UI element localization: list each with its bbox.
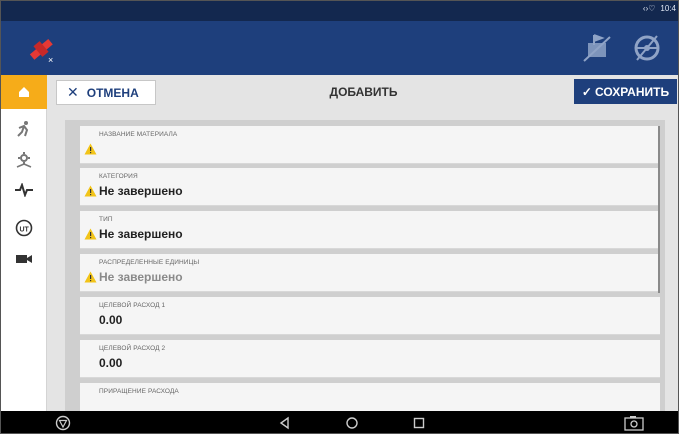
toolbar: ✕ ОТМЕНА ДОБАВИТЬ ✓ СОХРАНИТЬ [47, 75, 678, 109]
warning-icon [84, 143, 97, 155]
field-label: РАСПРЕДЕЛЕННЫЕ ЕДИНИЦЫ [99, 259, 200, 266]
field-target-rate-2[interactable]: ЦЕЛЕВОЙ РАСХОД 2 0.00 [80, 340, 660, 378]
field-value: Не завершено [99, 227, 183, 241]
scrollbar[interactable] [658, 126, 660, 293]
left-rail: UT [1, 75, 47, 411]
field-label: ЦЕЛЕВОЙ РАСХОД 1 [99, 302, 166, 309]
app-bar: × [1, 21, 678, 75]
signal-icon: ‹›♡ [642, 4, 656, 13]
warning-icon [84, 185, 97, 197]
field-target-rate-1[interactable]: ЦЕЛЕВОЙ РАСХОД 1 0.00 [80, 297, 660, 335]
field-label: НАЗВАНИЕ МАТЕРИАЛА [99, 131, 178, 138]
save-button[interactable]: ✓ СОХРАНИТЬ [574, 79, 677, 104]
satellite-off-icon[interactable]: × [23, 31, 59, 67]
status-indicators: ‹›♡ 10:4 [643, 4, 676, 13]
status-bar: ‹›♡ 10:4 [1, 1, 678, 21]
form-panel: НАЗВАНИЕ МАТЕРИАЛА КАТЕГОРИЯ Не завершен… [65, 120, 665, 411]
field-label: ТИП [99, 216, 113, 223]
field-label: ПРИРАЩЕНИЕ РАСХОДА [99, 388, 179, 395]
save-label: СОХРАНИТЬ [594, 84, 670, 99]
recent-square-icon[interactable] [411, 415, 427, 431]
rail-home[interactable] [1, 75, 47, 109]
home-icon [19, 87, 29, 97]
system-nav-bar [1, 411, 678, 433]
rail-settings[interactable] [8, 146, 40, 174]
field-rate-increment[interactable]: ПРИРАЩЕНИЕ РАСХОДА [80, 383, 660, 411]
pulse-icon [15, 183, 33, 197]
rail-camera[interactable] [8, 245, 40, 273]
field-distributed-units[interactable]: РАСПРЕДЕЛЕННЫЕ ЕДИНИЦЫ Не завершено [80, 254, 660, 292]
back-icon[interactable] [277, 415, 293, 431]
operator-icon [17, 121, 29, 137]
field-label: КАТЕГОРИЯ [99, 173, 138, 180]
field-value: 0.00 [99, 356, 123, 370]
settings-icon [16, 152, 32, 168]
screenshot-camera-icon[interactable] [624, 415, 644, 431]
warning-icon [84, 271, 97, 283]
content-area: ✕ ОТМЕНА ДОБАВИТЬ ✓ СОХРАНИТЬ НАЗВАНИЕ М… [47, 75, 678, 411]
ut-icon: UT [15, 219, 33, 237]
field-material-name[interactable]: НАЗВАНИЕ МАТЕРИАЛА [80, 126, 660, 164]
rail-operator[interactable] [8, 115, 40, 143]
field-value: Не завершено [99, 184, 183, 198]
home-circle-icon[interactable] [344, 415, 360, 431]
field-category[interactable]: КАТЕГОРИЯ Не завершено [80, 168, 660, 206]
warning-icon [84, 228, 97, 240]
svg-text:UT: UT [20, 227, 30, 234]
field-type[interactable]: ТИП Не завершено [80, 211, 660, 249]
rail-ut[interactable]: UT [8, 214, 40, 242]
brand-icon[interactable] [55, 415, 71, 431]
camera-icon [16, 255, 32, 263]
svg-text:×: × [48, 55, 53, 65]
field-value: Не завершено [99, 270, 183, 284]
field-label: ЦЕЛЕВОЙ РАСХОД 2 [99, 345, 166, 352]
steering-wheel-icon[interactable] [632, 31, 662, 65]
field-marker-icon[interactable] [582, 31, 612, 65]
device-screen: ‹›♡ 10:4 × UT ✕ ОТМЕНА ДОБАВИТЬ ✓ СОХРАН… [0, 0, 679, 434]
check-icon: ✓ [581, 84, 592, 99]
rail-pulse[interactable] [8, 176, 40, 204]
clock: 10:4 [660, 4, 676, 13]
field-value: 0.00 [99, 313, 123, 327]
